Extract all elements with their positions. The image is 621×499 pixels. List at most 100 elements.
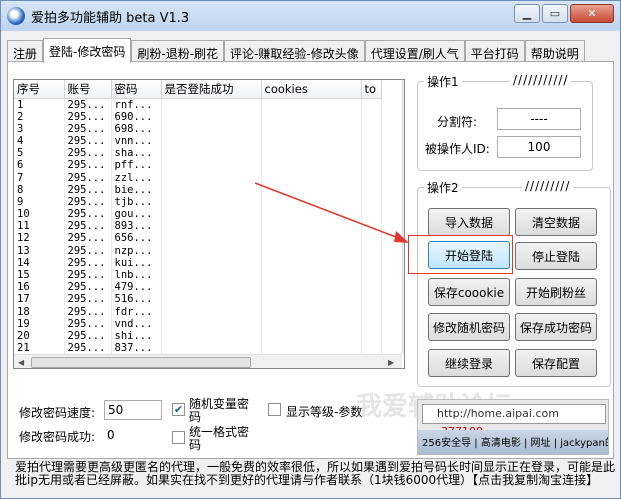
import-data-button[interactable]: 导入数据 bbox=[428, 208, 510, 236]
cell-account: 295... bbox=[64, 329, 112, 343]
cell-login-status bbox=[161, 110, 262, 123]
table-row[interactable]: 18 295... fdr... bbox=[14, 305, 382, 318]
uniform-password-checkbox[interactable] bbox=[172, 431, 185, 444]
cell-account: 295... bbox=[64, 147, 112, 160]
cell-cookies bbox=[261, 110, 362, 123]
footer-notice[interactable]: 爱拍代理需要更高级更匿名的代理，一般免费的效率很低，所以如果遇到爱拍号码长时间显… bbox=[15, 461, 615, 487]
ad-url-bar: http://home.aipai.com 377109 bbox=[422, 404, 606, 438]
title-bar: 爱拍多功能辅助 beta V1.3 ▁ ▭ ✕ bbox=[1, 1, 620, 31]
column-header-password[interactable]: 密码 bbox=[111, 80, 162, 99]
tab-proxy-popularity[interactable]: 代理设置/刷人气 bbox=[364, 40, 465, 62]
cell-cookies bbox=[261, 329, 362, 343]
tab-captcha-platform[interactable]: 平台打码 bbox=[464, 40, 525, 62]
cell-login-status bbox=[161, 98, 262, 111]
tab-strip: 注册 登陆-修改密码 刷粉-退粉-刷花 评论-赚取经验-修改头像 代理设置/刷人… bbox=[7, 38, 585, 63]
app-icon bbox=[7, 7, 25, 25]
column-header-index[interactable]: 序号 bbox=[14, 80, 65, 99]
red-arrow-icon bbox=[254, 182, 409, 243]
table-row[interactable]: 2 295... 690... bbox=[14, 110, 382, 123]
show-level-label: 显示等级-参数 bbox=[286, 405, 363, 419]
cell-login-status bbox=[161, 329, 262, 343]
operation2-slashes: ///////// bbox=[522, 179, 574, 193]
window-title: 爱拍多功能辅助 beta V1.3 bbox=[31, 10, 190, 26]
horizontal-scroll-thumb[interactable] bbox=[31, 357, 251, 368]
cell-password: 656... bbox=[111, 232, 162, 245]
start-fans-button[interactable]: 开始刷粉丝 bbox=[515, 278, 597, 306]
table-row[interactable]: 17 295... 516... bbox=[14, 293, 382, 306]
cell-to bbox=[361, 256, 382, 269]
vertical-scroll-thumb[interactable] bbox=[404, 98, 405, 118]
cell-password: shi... bbox=[111, 329, 162, 343]
ad-banner[interactable]: http://home.aipai.com 377109 256安全导 | 高清… bbox=[417, 399, 609, 455]
cell-to bbox=[361, 342, 382, 355]
random-password-checkbox[interactable]: ✔ bbox=[172, 403, 185, 416]
table-row[interactable]: 19 295... vnd... bbox=[14, 317, 382, 330]
ad-url: http://home.aipai.com bbox=[437, 407, 559, 420]
clear-data-button[interactable]: 清空数据 bbox=[515, 208, 597, 236]
cell-password: kui... bbox=[111, 256, 162, 269]
cell-account: 295... bbox=[64, 317, 112, 330]
cell-login-status bbox=[161, 208, 262, 221]
minimize-button[interactable]: ▁ bbox=[514, 4, 540, 23]
operation1-title: 操作1 bbox=[424, 73, 462, 90]
cell-to bbox=[361, 329, 382, 343]
cell-password: pff... bbox=[111, 159, 162, 172]
tab-login-password[interactable]: 登陆-修改密码 bbox=[43, 38, 132, 63]
cell-login-status bbox=[161, 159, 262, 172]
save-cookie-button[interactable]: 保存coookie bbox=[428, 278, 510, 306]
cell-index: 2 bbox=[14, 110, 65, 123]
cell-account: 295... bbox=[64, 134, 112, 148]
table-row[interactable]: 6 295... pff... bbox=[14, 159, 382, 172]
random-password-button[interactable]: 修改随机密码 bbox=[428, 313, 510, 341]
scroll-left-icon[interactable]: ◀ bbox=[18, 358, 24, 367]
cell-login-status bbox=[161, 342, 262, 355]
horizontal-scrollbar[interactable]: ◀ ▶ bbox=[14, 354, 402, 368]
table-row[interactable]: 4 295... vnn... bbox=[14, 134, 382, 148]
cell-password: 690... bbox=[111, 110, 162, 123]
success-label: 修改密码成功: bbox=[19, 430, 96, 444]
stop-login-button[interactable]: 停止登陆 bbox=[515, 242, 597, 270]
cell-login-status bbox=[161, 195, 262, 208]
table-row[interactable]: 3 295... 698... bbox=[14, 122, 382, 135]
cell-password: vnn... bbox=[111, 134, 162, 148]
column-header-login-status[interactable]: 是否登陆成功 bbox=[161, 80, 262, 99]
cell-index: 16 bbox=[14, 281, 65, 294]
table-row[interactable]: 5 295... sha... bbox=[14, 147, 382, 160]
cell-to bbox=[361, 98, 382, 111]
table-row[interactable]: 1 295... rnf... bbox=[14, 98, 382, 111]
maximize-button[interactable]: ▭ bbox=[542, 4, 568, 23]
table-row[interactable]: 20 295... shi... bbox=[14, 329, 382, 343]
table-row[interactable]: 16 295... 479... bbox=[14, 281, 382, 294]
table-row[interactable]: 15 295... lnb... bbox=[14, 268, 382, 282]
column-header-cookies[interactable]: cookies bbox=[261, 80, 362, 99]
cell-account: 295... bbox=[64, 195, 112, 208]
separator-input[interactable]: ---- bbox=[497, 108, 581, 130]
tab-register[interactable]: 注册 bbox=[7, 40, 44, 62]
cell-index: 14 bbox=[14, 256, 65, 269]
tab-fans-flowers[interactable]: 刷粉-退粉-刷花 bbox=[131, 40, 225, 62]
cell-index: 11 bbox=[14, 220, 65, 233]
target-id-label: 被操作人ID: bbox=[425, 142, 490, 156]
tab-help[interactable]: 帮助说明 bbox=[524, 40, 585, 62]
ad-tabs: 256安全导 | 高清电影 | 网址 | jackypan的个人空间 bbox=[418, 430, 608, 454]
column-header-account[interactable]: 账号 bbox=[64, 80, 112, 99]
tab-comment-exp-avatar[interactable]: 评论-赚取经验-修改头像 bbox=[224, 40, 365, 62]
cell-login-status bbox=[161, 305, 262, 318]
scroll-right-icon[interactable]: ▶ bbox=[388, 358, 394, 367]
target-id-input[interactable]: 100 bbox=[497, 136, 581, 158]
table-row[interactable]: 21 295... 837... bbox=[14, 342, 382, 355]
column-header-to[interactable]: to bbox=[361, 80, 382, 99]
cell-password: 479... bbox=[111, 281, 162, 294]
close-button[interactable]: ✕ bbox=[570, 4, 614, 23]
cell-password: 893... bbox=[111, 220, 162, 233]
continue-login-button[interactable]: 继续登录 bbox=[428, 349, 510, 377]
show-level-checkbox[interactable] bbox=[268, 403, 281, 416]
cell-cookies bbox=[261, 122, 362, 135]
cell-login-status bbox=[161, 171, 262, 184]
cell-password: sha... bbox=[111, 147, 162, 160]
speed-input[interactable]: 50 bbox=[104, 400, 162, 420]
save-config-button[interactable]: 保存配置 bbox=[515, 349, 597, 377]
cell-to bbox=[361, 134, 382, 148]
save-success-password-button[interactable]: 保存成功密码 bbox=[515, 313, 597, 341]
table-row[interactable]: 14 295... kui... bbox=[14, 256, 382, 269]
